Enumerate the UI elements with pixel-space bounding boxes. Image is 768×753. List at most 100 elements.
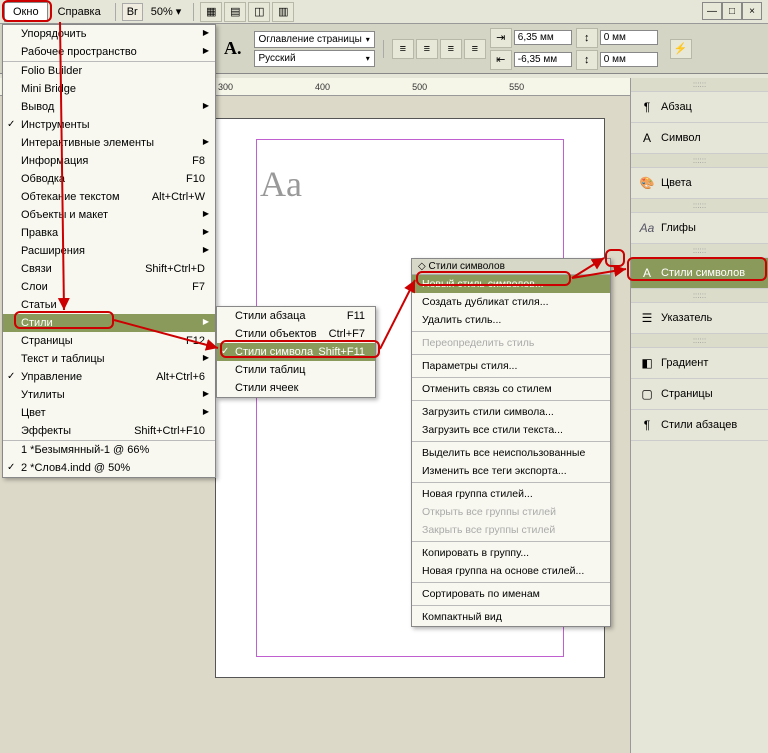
indent-2[interactable]: ⇤ bbox=[490, 50, 512, 70]
menu-mini[interactable]: Mini Bridge bbox=[3, 80, 215, 98]
menubar: Окно Справка Br 50% ▾ ▦ ▤ ◫ ▥ Книга ▾ bbox=[0, 0, 768, 24]
submenu-para[interactable]: Стили абзацаF11 bbox=[217, 307, 375, 325]
zoom-value[interactable]: 50% ▾ bbox=[145, 3, 188, 20]
menu-objects[interactable]: Объекты и макет bbox=[3, 206, 215, 224]
parastyle-icon: ¶ bbox=[639, 417, 655, 433]
charstyle-icon: A bbox=[639, 265, 655, 281]
cm-groupfrom[interactable]: Новая группа на основе стилей... bbox=[412, 562, 610, 580]
charstyles-menu: ◇ Стили символов Новый стиль символов...… bbox=[411, 258, 611, 627]
menu-styles[interactable]: Стили bbox=[3, 314, 215, 332]
menu-layers[interactable]: СлоиF7 bbox=[3, 278, 215, 296]
cm-sort[interactable]: Сортировать по именам bbox=[412, 585, 610, 603]
view-button-3[interactable]: ◫ bbox=[248, 2, 270, 22]
align-center[interactable]: ≡ bbox=[416, 39, 438, 59]
palette-icon: 🎨 bbox=[639, 175, 655, 191]
window-dropdown: Упорядочить Рабочее пространство Folio B… bbox=[2, 24, 216, 478]
styles-submenu: Стили абзацаF11 Стили объектовCtrl+F7 Ст… bbox=[216, 306, 376, 398]
toc-dropdown[interactable]: Оглавление страницы▾ bbox=[254, 31, 375, 48]
glyph-icon: Aa bbox=[639, 220, 655, 236]
menu-tools[interactable]: Инструменты bbox=[3, 116, 215, 134]
cm-dup[interactable]: Создать дубликат стиля... bbox=[412, 293, 610, 311]
char-icon: A bbox=[639, 130, 655, 146]
flyout-button[interactable]: ⚡ bbox=[670, 39, 692, 59]
panel-para[interactable]: ¶Абзац bbox=[631, 92, 768, 123]
maximize-button[interactable]: □ bbox=[722, 2, 742, 20]
menu-doc2[interactable]: 2 *Слов4.indd @ 50% bbox=[3, 459, 215, 477]
gradient-icon: ◧ bbox=[639, 355, 655, 371]
align-left[interactable]: ≡ bbox=[392, 39, 414, 59]
dim3-field[interactable] bbox=[600, 30, 658, 45]
window-controls: — □ × bbox=[702, 2, 762, 20]
submenu-obj[interactable]: Стили объектовCtrl+F7 bbox=[217, 325, 375, 343]
cm-tags[interactable]: Изменить все теги экспорта... bbox=[412, 462, 610, 480]
menu-links[interactable]: СвязиShift+Ctrl+D bbox=[3, 260, 215, 278]
menu-help[interactable]: Справка bbox=[50, 3, 109, 21]
cm-unlink[interactable]: Отменить связь со стилем bbox=[412, 380, 610, 398]
panel-grip[interactable]: :::::: bbox=[631, 78, 768, 92]
panel-pages[interactable]: ▢Страницы bbox=[631, 379, 768, 410]
menu-utilities[interactable]: Утилиты bbox=[3, 386, 215, 404]
menu-folio[interactable]: Folio Builder bbox=[3, 62, 215, 80]
panel-gradient[interactable]: ◧Градиент bbox=[631, 348, 768, 379]
menu-output[interactable]: Вывод bbox=[3, 98, 215, 116]
lang-dropdown[interactable]: Русский▾ bbox=[254, 50, 375, 67]
pilcrow-icon: ¶ bbox=[639, 99, 655, 115]
cm-copygroup[interactable]: Копировать в группу... bbox=[412, 544, 610, 562]
align-right[interactable]: ≡ bbox=[440, 39, 462, 59]
indent-1[interactable]: ⇥ bbox=[490, 28, 512, 48]
panel-dock: :::::: ¶Абзац AСимвол :::::: 🎨Цвета ::::… bbox=[630, 78, 768, 753]
cm-openall: Открыть все группы стилей bbox=[412, 503, 610, 521]
menu-text[interactable]: Текст и таблицы bbox=[3, 350, 215, 368]
char-format-icon: A. bbox=[224, 38, 242, 59]
cm-closeall: Закрыть все группы стилей bbox=[412, 521, 610, 539]
cm-new[interactable]: Новый стиль символов... bbox=[412, 275, 610, 293]
view-button-1[interactable]: ▦ bbox=[200, 2, 222, 22]
space-1[interactable]: ↕ bbox=[576, 28, 598, 48]
cm-loadall[interactable]: Загрузить все стили текста... bbox=[412, 421, 610, 439]
panel-parastyles[interactable]: ¶Стили абзацев bbox=[631, 410, 768, 441]
panel-char[interactable]: AСимвол bbox=[631, 123, 768, 154]
dim2-field[interactable] bbox=[514, 52, 572, 67]
menu-color[interactable]: Цвет bbox=[3, 404, 215, 422]
submenu-cell[interactable]: Стили ячеек bbox=[217, 379, 375, 397]
panel-index[interactable]: ☰Указатель bbox=[631, 303, 768, 334]
menu-arrange[interactable]: Упорядочить bbox=[3, 25, 215, 43]
menu-pages[interactable]: СтраницыF12 bbox=[3, 332, 215, 350]
bridge-button[interactable]: Br bbox=[122, 3, 143, 21]
close-button[interactable]: × bbox=[742, 2, 762, 20]
menu-edit[interactable]: Правка bbox=[3, 224, 215, 242]
menu-articles[interactable]: Статьи bbox=[3, 296, 215, 314]
dim1-field[interactable] bbox=[514, 30, 572, 45]
menu-doc1[interactable]: 1 *Безымянный-1 @ 66% bbox=[3, 441, 215, 459]
menu-info[interactable]: ИнформацияF8 bbox=[3, 152, 215, 170]
space-2[interactable]: ↕ bbox=[576, 50, 598, 70]
view-button-2[interactable]: ▤ bbox=[224, 2, 246, 22]
submenu-table[interactable]: Стили таблиц bbox=[217, 361, 375, 379]
cm-newgroup[interactable]: Новая группа стилей... bbox=[412, 485, 610, 503]
menu-interactive[interactable]: Интерактивные элементы bbox=[3, 134, 215, 152]
cm-title: ◇ Стили символов bbox=[412, 259, 610, 275]
cm-compact[interactable]: Компактный вид bbox=[412, 608, 610, 626]
minimize-button[interactable]: — bbox=[702, 2, 722, 20]
menu-wrap[interactable]: Обтекание текстомAlt+Ctrl+W bbox=[3, 188, 215, 206]
menu-stroke[interactable]: ОбводкаF10 bbox=[3, 170, 215, 188]
cm-params[interactable]: Параметры стиля... bbox=[412, 357, 610, 375]
pages-icon: ▢ bbox=[639, 386, 655, 402]
menu-extensions[interactable]: Расширения bbox=[3, 242, 215, 260]
align-justify[interactable]: ≡ bbox=[464, 39, 486, 59]
menu-window[interactable]: Окно bbox=[4, 2, 48, 22]
text-placeholder-icon: Aa bbox=[260, 163, 302, 205]
menu-workspace[interactable]: Рабочее пространство bbox=[3, 43, 215, 62]
menu-control[interactable]: УправлениеAlt+Ctrl+6 bbox=[3, 368, 215, 386]
cm-loadchar[interactable]: Загрузить стили символа... bbox=[412, 403, 610, 421]
cm-unused[interactable]: Выделить все неиспользованные bbox=[412, 444, 610, 462]
dim4-field[interactable] bbox=[600, 52, 658, 67]
view-button-4[interactable]: ▥ bbox=[272, 2, 294, 22]
submenu-char[interactable]: Стили символаShift+F11 bbox=[217, 343, 375, 361]
index-icon: ☰ bbox=[639, 310, 655, 326]
panel-glyphs[interactable]: AaГлифы bbox=[631, 213, 768, 244]
panel-colors[interactable]: 🎨Цвета bbox=[631, 168, 768, 199]
panel-charstyles[interactable]: AСтили символов bbox=[631, 258, 768, 289]
cm-del[interactable]: Удалить стиль... bbox=[412, 311, 610, 329]
menu-effects[interactable]: ЭффектыShift+Ctrl+F10 bbox=[3, 422, 215, 441]
